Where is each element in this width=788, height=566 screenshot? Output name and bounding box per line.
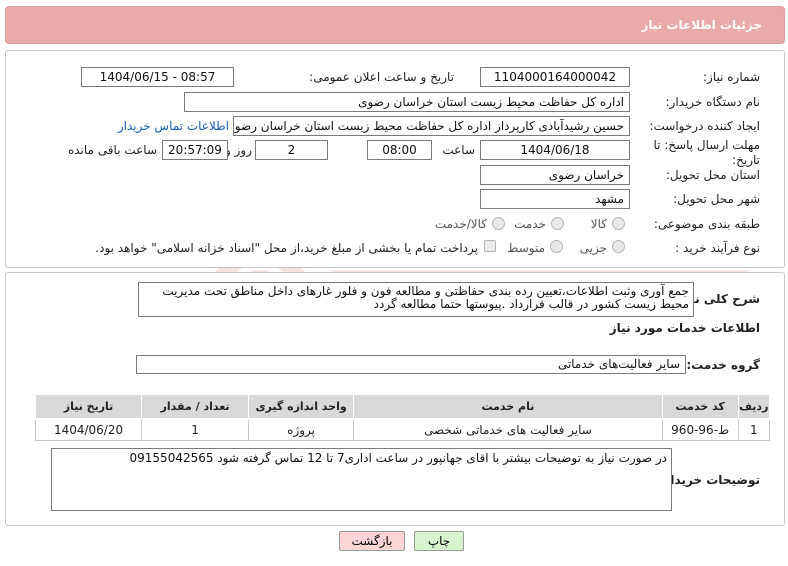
deadline-date-field[interactable]: 1404/06/18 — [480, 140, 630, 160]
back-button[interactable]: بازگشت — [339, 531, 405, 551]
info-panel: شماره نیاز: 1104000164000042 تاریخ و ساع… — [5, 50, 785, 268]
process-option-partial: جزیی — [579, 241, 607, 255]
page-title: جزئیات اطلاعات نیاز — [641, 18, 762, 32]
buyer-org-field[interactable]: اداره کل حفاظت محیط زیست استان خراسان رض… — [184, 92, 630, 112]
col-header-unit: واحد اندازه گیری — [248, 394, 355, 420]
deadline-time-label: ساعت — [442, 143, 475, 157]
summary-textarea[interactable]: جمع آوری وثبت اطلاعات،تعیین رده بندی حفا… — [138, 282, 694, 317]
category-label: طبقه بندی موضوعی: — [653, 217, 760, 231]
city-label: شهر محل تحویل: — [673, 192, 760, 206]
deadline-label-line2: تاریخ: — [732, 153, 760, 167]
treasury-payment-checkbox[interactable] — [484, 240, 496, 252]
category-option-goods: کالا — [590, 217, 607, 231]
table-row[interactable]: 1 ط-96-960 سایر فعالیت های خدماتی شخصی پ… — [34, 418, 771, 441]
category-radio-service[interactable] — [551, 217, 564, 230]
buyer-org-label: نام دستگاه خریدار: — [665, 95, 761, 109]
cell-service-name: سایر فعالیت های خدماتی شخصی — [353, 418, 663, 441]
requester-label: ایجاد کننده درخواست: — [649, 119, 760, 133]
category-radio-goods[interactable] — [612, 217, 625, 230]
category-radio-goods-service[interactable] — [492, 217, 505, 230]
process-radio-partial[interactable] — [612, 240, 625, 253]
table-header-row: ردیف کد خدمت نام خدمت واحد اندازه گیری ت… — [34, 394, 771, 420]
buyer-contact-link[interactable]: اطلاعات تماس خریدار — [118, 119, 229, 133]
treasury-payment-note: پرداخت تمام یا بخشی از مبلغ خرید،از محل … — [95, 241, 478, 255]
need-number-field[interactable]: 1104000164000042 — [480, 67, 630, 87]
category-option-service: خدمت — [514, 217, 546, 231]
process-option-medium: متوسط — [507, 241, 545, 255]
need-number-label: شماره نیاز: — [703, 70, 760, 84]
process-type-label: نوع فرآیند خرید : — [675, 241, 760, 255]
province-field[interactable]: خراسان رضوی — [480, 165, 630, 185]
col-header-service-name: نام خدمت — [353, 394, 663, 420]
announce-date-field[interactable]: 1404/06/15 - 08:57 — [81, 67, 234, 87]
col-header-row-number: ردیف — [737, 394, 771, 420]
services-section-title: اطلاعات خدمات مورد نیاز — [609, 321, 760, 335]
cell-service-code: ط-96-960 — [661, 418, 739, 441]
col-header-quantity: تعداد / مقدار — [141, 394, 250, 420]
col-header-service-code: کد خدمت — [661, 394, 739, 420]
cell-row-number: 1 — [737, 418, 771, 441]
need-details-page: جزئیات اطلاعات نیاز شماره نیاز: 11040001… — [0, 0, 788, 566]
province-label: استان محل تحویل: — [665, 168, 760, 182]
city-field[interactable]: مشهد — [480, 189, 630, 209]
deadline-label-line1: مهلت ارسال پاسخ: تا — [653, 138, 760, 152]
announce-date-label: تاریخ و ساعت اعلان عمومی: — [309, 70, 454, 84]
remaining-days-field[interactable]: 2 — [255, 140, 328, 160]
days-label: روز و — [225, 143, 252, 157]
cell-quantity: 1 — [141, 418, 250, 441]
deadline-time-field[interactable]: 08:00 — [367, 140, 432, 160]
requester-field[interactable]: حسین رشیدآبادی کارپرداز اداره کل حفاظت م… — [233, 116, 630, 136]
service-group-field[interactable]: سایر فعالیت‌های خدماتی — [136, 355, 686, 374]
services-table: ردیف کد خدمت نام خدمت واحد اندازه گیری ت… — [34, 394, 771, 441]
service-group-label: گروه خدمت: — [686, 358, 760, 372]
col-header-need-date: تاریخ نیاز — [34, 394, 143, 420]
cell-need-date: 1404/06/20 — [34, 418, 143, 441]
process-radio-medium[interactable] — [550, 240, 563, 253]
header-bar: جزئیات اطلاعات نیاز — [5, 6, 785, 44]
remaining-time-label: ساعت باقی مانده — [67, 143, 157, 157]
category-option-goods-service: کالا/خدمت — [434, 217, 487, 231]
remaining-time-field[interactable]: 20:57:09 — [162, 140, 228, 160]
print-button[interactable]: چاپ — [414, 531, 464, 551]
buyer-notes-label: توضیحات خریدار: — [658, 473, 760, 487]
buyer-notes-textarea[interactable]: در صورت نیاز به توضیحات بیشتر با اقای جه… — [51, 448, 672, 511]
cell-unit: پروژه — [248, 418, 355, 441]
